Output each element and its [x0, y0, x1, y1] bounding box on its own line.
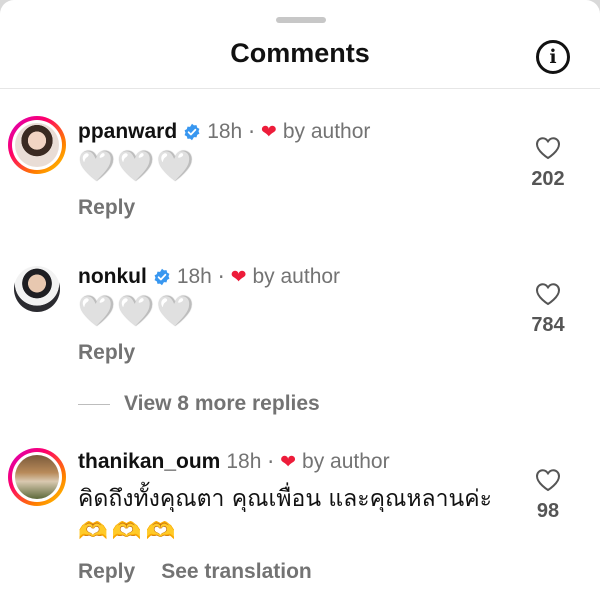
- author-heart-icon: ❤: [230, 266, 247, 288]
- separator-dot: ·: [267, 450, 275, 474]
- info-icon: i: [549, 45, 557, 68]
- comment-like: 98: [518, 468, 578, 523]
- liked-by-author-label: by author: [252, 265, 341, 288]
- avatar[interactable]: [8, 260, 66, 318]
- replies-divider-line: [78, 403, 110, 405]
- see-translation-button[interactable]: See translation: [161, 560, 312, 584]
- like-count: 202: [531, 168, 565, 190]
- profile-photo: [15, 455, 59, 499]
- sheet-grabber[interactable]: [276, 17, 326, 23]
- separator-dot: ·: [248, 120, 255, 144]
- like-count: 98: [536, 500, 560, 522]
- heart-outline-icon[interactable]: [535, 282, 561, 306]
- profile-photo: [15, 123, 59, 167]
- comments-sheet: Comments i ppanward 18h · ❤ by author 🤍🤍…: [0, 0, 600, 599]
- comment-username[interactable]: ppanward: [78, 120, 177, 144]
- comment-time: 18h: [176, 265, 212, 288]
- comment-time: 18h: [226, 450, 262, 473]
- comment-text: คิดถึงทั้งคุณตา คุณเพื่อน และคุณหลานค่ะ: [78, 486, 492, 512]
- verified-badge-icon: [154, 268, 170, 286]
- heart-outline-icon[interactable]: [535, 136, 561, 160]
- comment-like: 202: [518, 136, 578, 191]
- comment-text: 🤍🤍🤍: [78, 294, 197, 329]
- reply-button[interactable]: Reply: [78, 196, 135, 220]
- info-button[interactable]: i: [536, 40, 570, 74]
- page-title: Comments: [230, 38, 370, 68]
- verified-badge-icon: [184, 123, 200, 141]
- liked-by-author-label: by author: [302, 450, 390, 473]
- reply-button[interactable]: Reply: [78, 560, 135, 584]
- comment-like: 784: [518, 282, 578, 337]
- view-more-replies-label[interactable]: View 8 more replies: [124, 392, 320, 416]
- heart-outline-icon[interactable]: [535, 468, 561, 492]
- author-heart-icon: ❤: [260, 121, 277, 143]
- avatar[interactable]: [8, 448, 66, 506]
- comment-username[interactable]: thanikan_oum: [78, 450, 220, 474]
- comment-username[interactable]: nonkul: [78, 265, 147, 289]
- separator-dot: ·: [217, 265, 225, 289]
- comment-time: 18h: [207, 120, 243, 143]
- avatar[interactable]: [8, 116, 66, 174]
- comment-text: 🤍🤍🤍: [78, 149, 197, 184]
- comment-emoji-line: 🫶🫶🫶: [78, 517, 180, 545]
- profile-photo: [14, 266, 60, 312]
- liked-by-author-label: by author: [282, 120, 371, 143]
- view-more-replies[interactable]: View 8 more replies: [78, 392, 320, 416]
- like-count: 784: [531, 314, 565, 336]
- author-heart-icon: ❤: [280, 451, 297, 473]
- reply-button[interactable]: Reply: [78, 341, 135, 365]
- header-divider: [0, 88, 600, 89]
